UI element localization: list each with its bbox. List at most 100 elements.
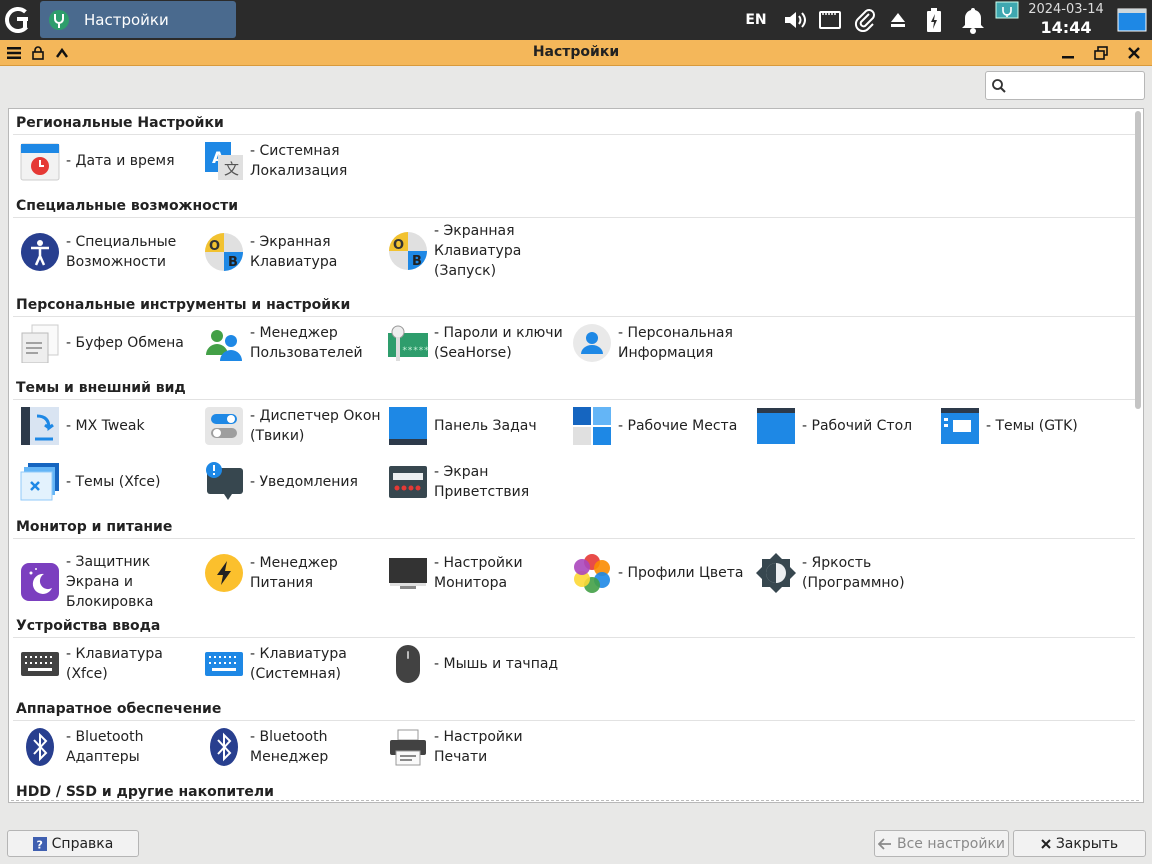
app-menu-button[interactable] xyxy=(2,3,36,37)
clipboard-icon xyxy=(19,322,61,364)
maximize-button[interactable] xyxy=(1090,42,1112,64)
settings-item-onscreen-keyboard[interactable]: OB - Экранная Клавиатура xyxy=(203,231,383,273)
search-box[interactable] xyxy=(985,71,1145,100)
settings-item-accessibility[interactable]: - Специальные Возможности xyxy=(19,231,199,273)
volume-icon[interactable] xyxy=(780,0,810,40)
settings-item-desktop[interactable]: - Рабочий Стол xyxy=(755,405,935,447)
keyboard-layout-indicator[interactable]: EN xyxy=(742,0,770,40)
settings-item-brightness[interactable]: - Яркость (Программно) xyxy=(755,552,935,594)
settings-item-xfce-themes[interactable]: - Темы (Xfce) xyxy=(19,461,199,503)
settings-item-panel[interactable]: Панель Задач xyxy=(387,405,567,447)
section-divider xyxy=(13,134,1135,135)
section-divider xyxy=(13,399,1135,400)
section-title: Темы и внешний вид xyxy=(16,380,186,396)
settings-item-locale[interactable]: A文 - Системная Локализация xyxy=(203,140,383,182)
xfce-theme-icon xyxy=(19,461,61,503)
svg-text:O: O xyxy=(209,239,220,254)
search-icon xyxy=(992,79,1006,93)
clock-time: 14:44 xyxy=(1040,18,1092,37)
onscreen-keyboard-icon: OB xyxy=(203,231,245,273)
settings-item-gtk-themes[interactable]: - Темы (GTK) xyxy=(939,405,1119,447)
section-title: Устройства ввода xyxy=(16,618,161,634)
network-icon[interactable] xyxy=(994,0,1020,22)
svg-text:B: B xyxy=(412,254,422,269)
stick-button[interactable] xyxy=(27,42,49,64)
settings-item-workspaces[interactable]: - Рабочие Места xyxy=(571,405,751,447)
settings-panel: Региональные Настройки - Дата и время A文… xyxy=(8,108,1144,803)
settings-item-power-manager[interactable]: - Менеджер Питания xyxy=(203,552,383,594)
section-title: Монитор и питание xyxy=(16,519,173,535)
vertical-scrollbar[interactable] xyxy=(1135,111,1141,409)
key-password-icon: ***** xyxy=(387,322,429,364)
section-title: Персональные инструменты и настройки xyxy=(16,297,351,313)
onscreen-keyboard-icon: OB xyxy=(387,230,429,272)
settings-app-icon xyxy=(49,9,69,30)
shade-button[interactable] xyxy=(51,42,73,64)
section-title: HDD / SSD и другие накопители xyxy=(16,784,274,800)
settings-item-printers[interactable]: - Настройки Печати xyxy=(387,726,567,768)
settings-item-onscreen-keyboard-launch[interactable]: OB - Экранная Клавиатура (Запуск) xyxy=(387,221,567,281)
section-divider xyxy=(13,637,1135,638)
close-button[interactable]: Закрыть xyxy=(1013,830,1146,857)
section-divider xyxy=(13,720,1135,721)
printer-icon xyxy=(387,726,429,768)
desktop-icon xyxy=(755,405,797,447)
close-window-button[interactable] xyxy=(1123,42,1145,64)
section-title: Региональные Настройки xyxy=(16,115,224,131)
search-input[interactable] xyxy=(1012,75,1140,96)
section-divider xyxy=(13,538,1135,539)
settings-item-date-time[interactable]: - Дата и время xyxy=(19,140,199,182)
close-icon xyxy=(1041,838,1051,849)
settings-item-bluetooth-manager[interactable]: - Bluetooth Менеджер xyxy=(203,726,383,768)
color-profiles-icon xyxy=(571,552,613,594)
workspaces-icon xyxy=(571,405,613,447)
settings-item-seahorse[interactable]: ***** - Пароли и ключи (SeaHorse) xyxy=(387,322,567,364)
settings-item-screensaver[interactable]: - Защитник Экрана и Блокировка xyxy=(19,552,199,612)
notifications-bell-icon[interactable] xyxy=(956,0,990,40)
brightness-icon xyxy=(755,552,797,594)
show-desktop-icon[interactable] xyxy=(1116,0,1148,40)
notification-bubble-icon xyxy=(203,461,245,503)
settings-item-wm-tweaks[interactable]: - Диспетчер Окон (Твики) xyxy=(203,405,383,447)
settings-item-notifications[interactable]: - Уведомления xyxy=(203,461,383,503)
settings-item-bluetooth-adapters[interactable]: - Bluetooth Адаптеры xyxy=(19,726,199,768)
settings-item-user-manager[interactable]: - Менеджер Пользователей xyxy=(203,322,383,364)
help-icon: ? xyxy=(32,836,47,851)
clipboard-manager-icon[interactable] xyxy=(815,0,845,40)
settings-item-mx-tweak[interactable]: - MX Tweak xyxy=(19,405,199,447)
all-settings-button[interactable]: Все настройки xyxy=(874,830,1009,857)
window-titlebar[interactable]: Настройки xyxy=(0,40,1152,66)
settings-item-display[interactable]: - Настройки Монитора xyxy=(387,552,567,594)
section-title: Специальные возможности xyxy=(16,198,239,214)
settings-item-clipboard[interactable]: - Буфер Обмена xyxy=(19,322,199,364)
clock[interactable]: 2024-03-14 14:44 xyxy=(1026,2,1106,37)
window-menu-button[interactable] xyxy=(3,42,25,64)
section-divider xyxy=(13,316,1135,317)
settings-item-keyboard-xfce[interactable]: - Клавиатура (Xfce) xyxy=(19,643,199,685)
bluetooth-icon xyxy=(19,726,61,768)
paperclip-icon[interactable] xyxy=(850,0,880,40)
taskbar-window-settings[interactable]: Настройки xyxy=(40,1,236,38)
gtk-theme-icon xyxy=(939,405,981,447)
accessibility-icon xyxy=(19,231,61,273)
minimize-button[interactable] xyxy=(1057,42,1079,64)
hamburger-icon xyxy=(7,47,21,59)
taskbar-window-label: Настройки xyxy=(84,10,169,29)
arrow-left-icon xyxy=(877,837,892,850)
help-button[interactable]: ? Справка xyxy=(7,830,139,857)
svg-text:O: O xyxy=(393,238,404,253)
settings-item-color-profiles[interactable]: - Профили Цвета xyxy=(571,552,751,594)
settings-item-greeter[interactable]: - Экран Приветствия xyxy=(387,461,567,503)
settings-item-keyboard-system[interactable]: - Клавиатура (Системная) xyxy=(203,643,383,685)
minimize-icon xyxy=(1062,56,1074,59)
svg-text:*****: ***** xyxy=(402,346,429,356)
settings-item-personal-info[interactable]: - Персональная Информация xyxy=(571,322,751,364)
power-bolt-icon xyxy=(203,552,245,594)
eject-icon[interactable] xyxy=(884,0,912,40)
settings-item-mouse[interactable]: - Мышь и тачпад xyxy=(387,643,567,685)
calendar-clock-icon xyxy=(19,140,61,182)
scroll-edge-indicator xyxy=(11,800,1139,801)
screensaver-moon-icon xyxy=(19,561,61,603)
keyboard-icon xyxy=(19,643,61,685)
battery-icon[interactable] xyxy=(920,0,948,40)
